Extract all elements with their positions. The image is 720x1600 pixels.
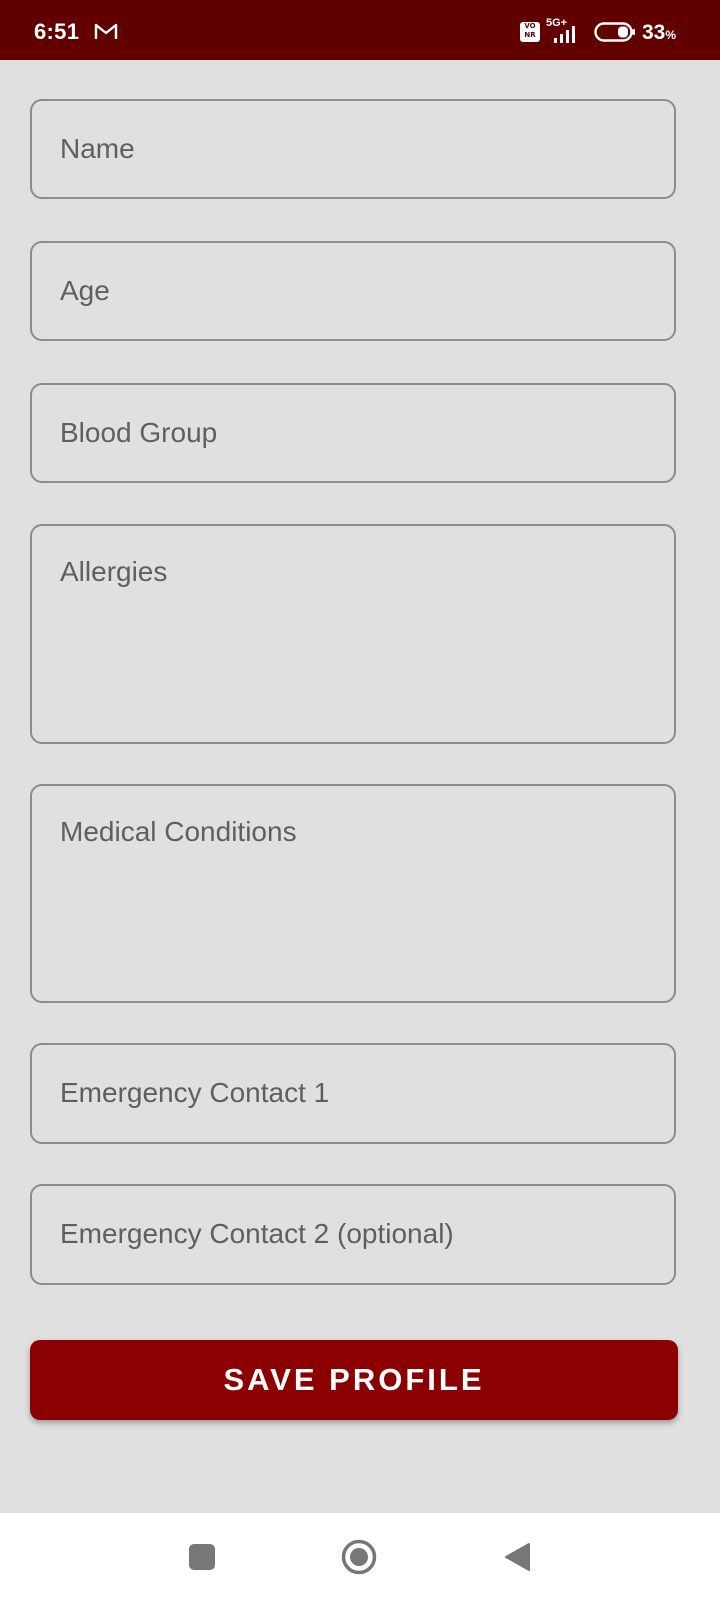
home-icon[interactable] (341, 1539, 377, 1575)
profile-screen: 6:51 VO NR 5G+ 33% Name Age Blood Group … (0, 0, 720, 1600)
emergency-contact-2-input[interactable] (60, 1186, 658, 1282)
age-field[interactable] (30, 241, 676, 341)
allergies-field[interactable] (30, 524, 676, 744)
back-icon[interactable] (503, 1542, 531, 1572)
navigation-bar (0, 1513, 720, 1600)
emergency-contact-1-input[interactable] (60, 1045, 658, 1141)
allergies-input[interactable] (60, 556, 658, 730)
status-bar: 6:51 VO NR 5G+ 33% (0, 0, 720, 60)
battery-percent: 33% (642, 21, 677, 44)
status-time: 6:51 (34, 19, 80, 44)
signal-icon (554, 26, 575, 43)
emergency-contact-1-field[interactable] (30, 1043, 676, 1144)
name-input[interactable] (60, 101, 658, 197)
recents-icon[interactable] (189, 1544, 215, 1570)
blood-group-field[interactable] (30, 383, 676, 483)
save-profile-button[interactable]: SAVE PROFILE (30, 1340, 678, 1420)
age-input[interactable] (60, 243, 658, 339)
battery-icon (594, 22, 635, 42)
medical-conditions-field[interactable] (30, 784, 676, 1003)
name-field[interactable] (30, 99, 676, 199)
volte-icon: VO NR (520, 22, 540, 42)
emergency-contact-2-field[interactable] (30, 1184, 676, 1285)
gmail-icon (94, 23, 118, 39)
medical-conditions-input[interactable] (60, 816, 658, 989)
blood-group-input[interactable] (60, 385, 658, 481)
